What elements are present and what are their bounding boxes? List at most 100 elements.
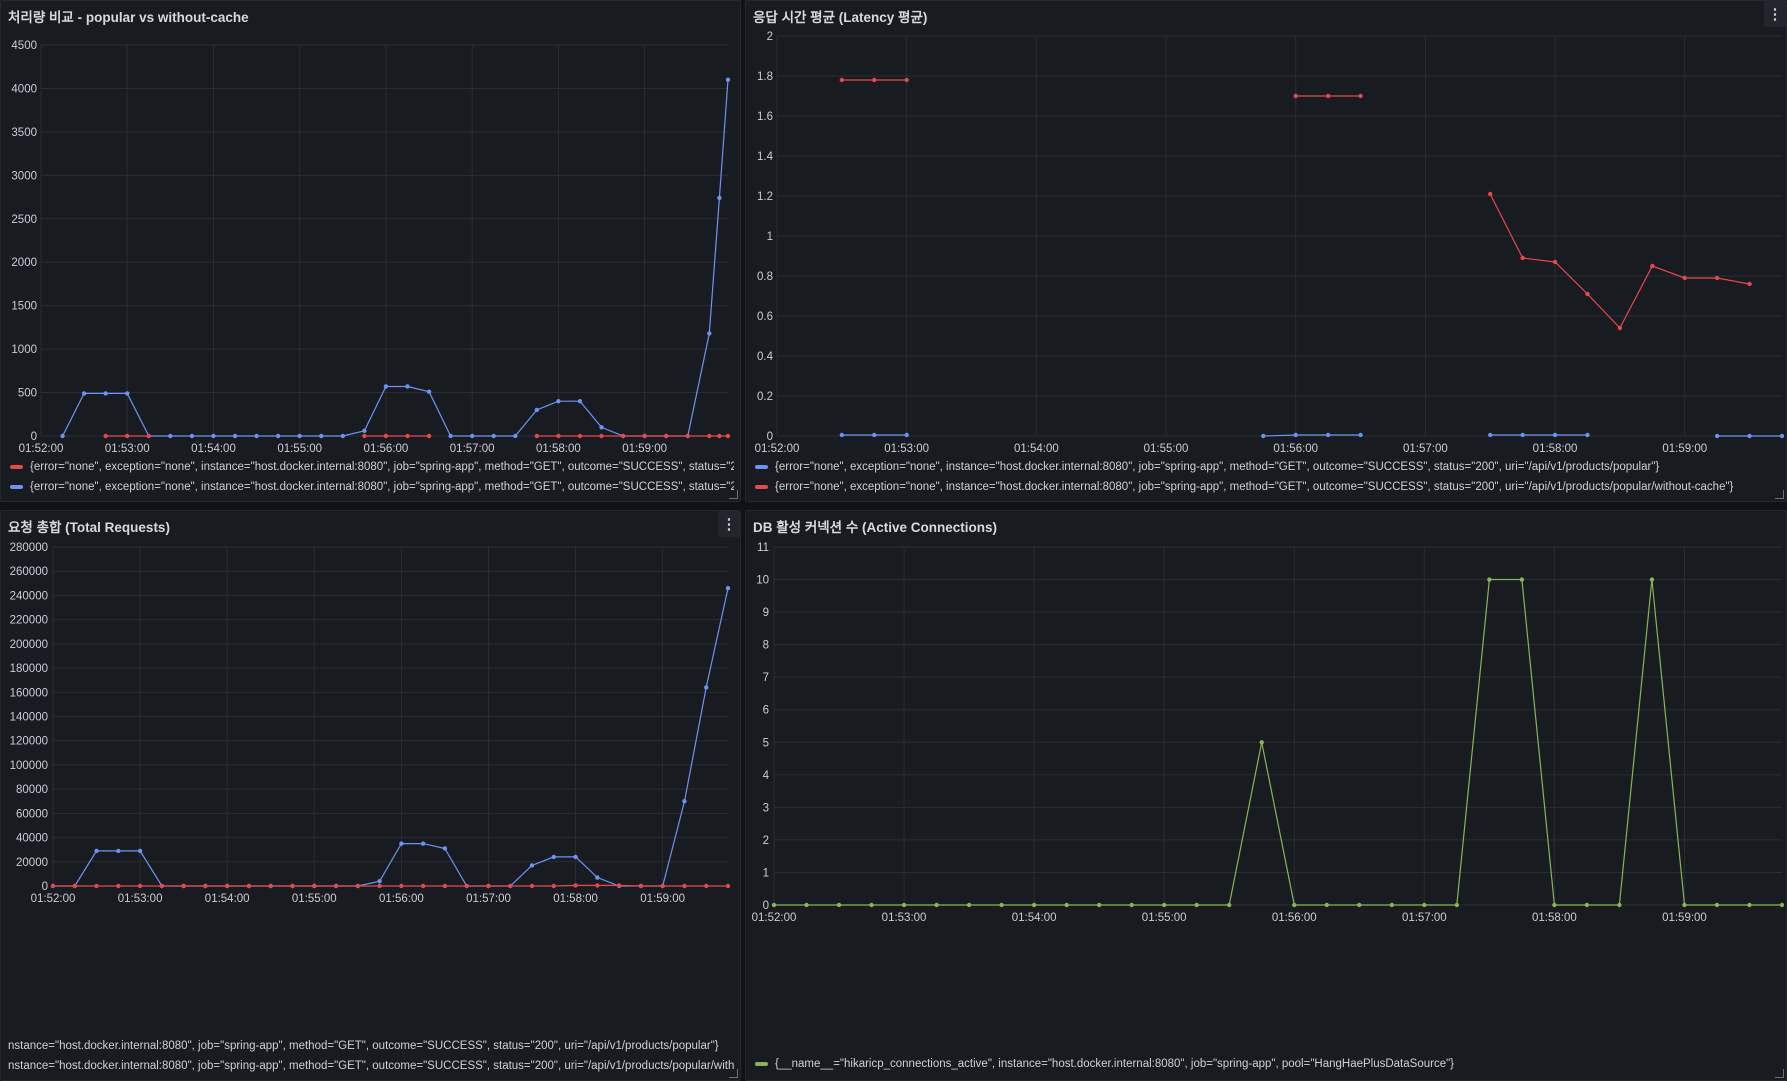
y-tick-label: 500 [18, 388, 37, 400]
data-point [1714, 433, 1720, 439]
data-point [420, 841, 426, 846]
data-point [551, 854, 557, 860]
data-point [405, 384, 410, 389]
y-tick-label: 0 [767, 431, 773, 443]
data-point [1259, 740, 1264, 745]
data-point [717, 195, 722, 201]
data-point [290, 883, 295, 889]
legend-item[interactable]: nstance="host.docker.internal:8080", job… [8, 1036, 734, 1056]
data-point [168, 433, 173, 439]
data-point [573, 854, 578, 860]
data-point [1488, 432, 1493, 438]
legend-item[interactable]: {error="none", exception="none", instanc… [10, 457, 734, 477]
data-point [1779, 902, 1785, 908]
data-point [839, 432, 845, 438]
y-tick-label: 2 [763, 835, 769, 847]
data-point [420, 883, 426, 889]
data-point [362, 433, 367, 439]
data-point [1064, 902, 1069, 908]
data-point [1552, 902, 1557, 908]
legend-item[interactable]: nstance="host.docker.internal:8080", job… [8, 1056, 734, 1076]
data-point [595, 875, 600, 880]
legend-item[interactable]: {error="none", exception="none", instanc… [755, 477, 1780, 497]
y-tick-label: 140000 [10, 712, 48, 724]
y-tick-label: 0.8 [757, 271, 773, 283]
legend-item[interactable]: {error="none", exception="none", instanc… [755, 457, 1780, 477]
data-point [1324, 902, 1329, 908]
chart-legend: {error="none", exception="none", instanc… [755, 457, 1780, 497]
data-point [556, 433, 561, 439]
legend-item[interactable]: {__name__="hikaricp_connections_active",… [755, 1054, 1780, 1074]
data-point [1129, 902, 1134, 908]
data-point [464, 883, 469, 889]
x-tick-label: 01:56:00 [379, 893, 424, 905]
data-point [1747, 281, 1752, 287]
y-tick-label: 1 [767, 231, 773, 243]
data-point [137, 848, 143, 854]
resize-handle[interactable] [1775, 490, 1784, 499]
y-tick-label: 20000 [16, 857, 48, 869]
data-point [685, 433, 690, 439]
series-line [53, 884, 728, 887]
y-tick-label: 60000 [16, 808, 48, 820]
data-point [1325, 432, 1331, 438]
data-point [725, 77, 731, 82]
y-tick-label: 200000 [10, 639, 48, 651]
data-point [1682, 902, 1687, 908]
data-point [1293, 93, 1298, 99]
data-point [1358, 93, 1363, 99]
y-tick-label: 4000 [11, 83, 37, 95]
x-tick-label: 01:54:00 [191, 443, 236, 455]
data-point [1649, 577, 1655, 582]
data-point [966, 902, 972, 908]
throughput-chart: 0 500 1000 1500 2000 2500 3000 3500 4000 4500 01:5… [11, 40, 731, 455]
legend-swatch [755, 485, 768, 489]
y-tick-label: 1500 [11, 301, 37, 313]
legend-label: nstance="host.docker.internal:8080", job… [8, 1060, 734, 1072]
x-tick-label: 01:56:00 [364, 443, 409, 455]
y-tick-label: 0 [763, 900, 769, 912]
data-point [1325, 93, 1331, 99]
legend-item[interactable]: {error="none", exception="none", instanc… [10, 477, 734, 497]
data-point [159, 883, 165, 889]
data-point [469, 433, 475, 439]
data-point [94, 848, 99, 854]
data-point [254, 433, 259, 439]
data-point [246, 883, 252, 889]
data-point [872, 77, 877, 83]
data-point [1747, 902, 1752, 908]
data-point [189, 433, 195, 439]
data-point [595, 883, 600, 888]
y-tick-label: 160000 [10, 687, 48, 699]
data-point [137, 883, 143, 889]
data-point [551, 883, 557, 889]
y-tick-label: 1.6 [757, 111, 773, 123]
data-point [1261, 433, 1266, 439]
data-point [1617, 902, 1622, 908]
legend-label: {error="none", exception="none", instanc… [775, 481, 1734, 493]
resize-handle[interactable] [1775, 1069, 1784, 1078]
panel-latency: 응답 시간 평균 (Latency 평균) ⋮ 0 0.2 0.4 0.6 0.8 1 1.… [745, 0, 1787, 502]
data-point [1422, 902, 1427, 908]
data-point [103, 391, 108, 396]
data-point [340, 433, 346, 439]
data-point [704, 685, 709, 690]
resize-handle[interactable] [729, 490, 738, 499]
x-tick-label: 01:53:00 [118, 893, 163, 905]
data-point [1358, 432, 1363, 438]
y-tick-label: 0.6 [757, 311, 773, 323]
data-point [60, 433, 65, 439]
data-point [577, 433, 583, 439]
y-tick-label: 9 [763, 607, 769, 619]
data-point [383, 384, 389, 389]
data-point [426, 433, 432, 439]
y-tick-label: 2500 [11, 214, 37, 226]
data-point [577, 399, 583, 404]
data-point [573, 883, 578, 888]
x-tick-label: 01:55:00 [292, 893, 337, 905]
data-point [1682, 275, 1687, 281]
data-point [1161, 902, 1167, 908]
data-point [405, 433, 410, 439]
resize-handle[interactable] [729, 1069, 738, 1078]
y-tick-label: 4500 [11, 40, 37, 52]
